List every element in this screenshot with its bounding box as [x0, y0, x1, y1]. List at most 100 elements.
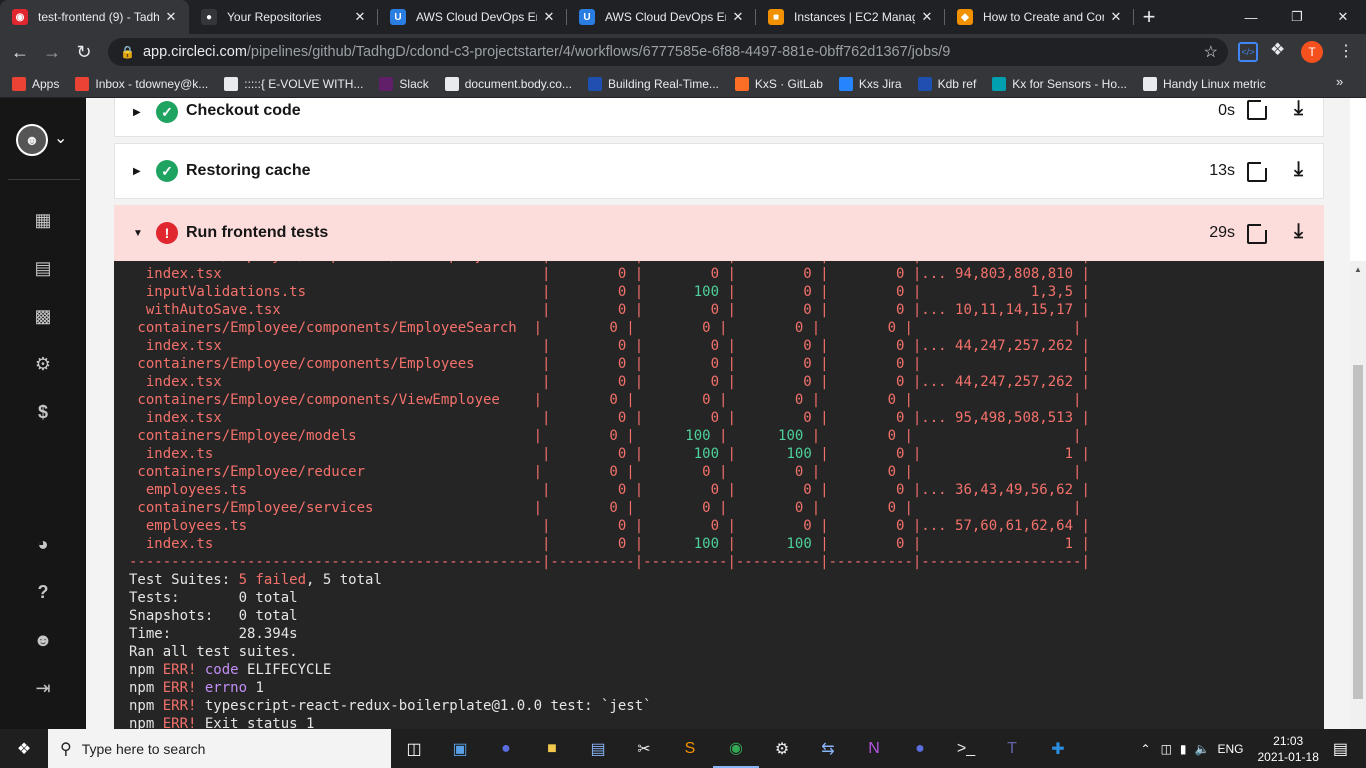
step-duration: 13s	[1209, 162, 1235, 179]
onenote-icon[interactable]: N	[851, 729, 897, 768]
taskbar-clock[interactable]: 21:03 2021-01-18	[1257, 733, 1318, 765]
settings-gear-icon[interactable]: ⚙	[33, 354, 53, 374]
scroll-up-arrow-icon[interactable]: ▲	[1354, 265, 1362, 274]
bookmark-item[interactable]: Kdb ref	[917, 76, 976, 91]
language-indicator[interactable]: ENG	[1217, 742, 1243, 756]
open-external-icon[interactable]	[1247, 160, 1269, 182]
browser-tab[interactable]: U AWS Cloud DevOps Eng ✕	[378, 0, 567, 34]
terminal-text: containers/Employee/components/EmployeeS…	[129, 320, 1082, 336]
chevron-down-icon[interactable]: ⌄	[54, 128, 67, 148]
bookmark-item[interactable]: Kxs Jira	[838, 76, 902, 91]
tab-close-icon[interactable]: ✕	[1108, 9, 1124, 25]
address-bar[interactable]: 🔒 app.circleci.com/pipelines/github/Tadh…	[108, 38, 1228, 66]
terminal-text: index.tsx | 0 | 0 | 0 | 0 |... 95,498,50…	[129, 410, 1090, 426]
step-restoring-cache[interactable]: ▶ ✓ Restoring cache 13s ⤓	[114, 143, 1324, 199]
tab-close-icon[interactable]: ✕	[541, 9, 557, 25]
profile-avatar[interactable]: T	[1301, 41, 1323, 63]
download-icon[interactable]: ⤓	[1294, 220, 1303, 243]
tab-close-icon[interactable]: ✕	[730, 9, 746, 25]
teams-icon[interactable]: T	[989, 729, 1035, 768]
bookmark-item[interactable]: KxS · GitLab	[734, 76, 823, 91]
vscode-icon[interactable]: ✚	[1035, 729, 1081, 768]
battery-icon[interactable]: ▮	[1180, 742, 1187, 756]
bookmark-item[interactable]: Handy Linux metric	[1143, 76, 1266, 91]
help-question-icon[interactable]: ?	[33, 582, 53, 602]
bookmark-item[interactable]: Kx for Sensors - Ho...	[992, 76, 1127, 91]
browser-tab[interactable]: ■ Instances | EC2 Manage ✕	[756, 0, 945, 34]
step-output-terminal[interactable]: containers/Employee/components/EditEmplo…	[114, 261, 1324, 729]
terminal-line: employees.ts | 0 | 0 | 0 | 0 |... 57,60,…	[114, 517, 1324, 535]
app-icon-tool[interactable]: ⚙	[759, 729, 805, 768]
forward-arrow-icon[interactable]: →	[36, 36, 68, 68]
sublime-text-icon[interactable]: S	[667, 729, 713, 768]
browser-tab[interactable]: ◉ test-frontend (9) - Tadh ✕	[0, 0, 189, 34]
browser-tab[interactable]: ● Your Repositories ✕	[189, 0, 378, 34]
extensions-puzzle-icon[interactable]: ❖	[1270, 40, 1285, 60]
app-icon-eclipse-2[interactable]: ●	[897, 729, 943, 768]
back-arrow-icon[interactable]: ←	[4, 36, 36, 68]
bookmark-label: Inbox - tdowney@k...	[95, 76, 209, 91]
tab-close-icon[interactable]: ✕	[352, 9, 368, 25]
step-run-frontend-tests[interactable]: ▼ ! Run frontend tests 29s ⤓	[114, 205, 1324, 261]
close-window-button[interactable]: ✕	[1320, 0, 1366, 34]
step-checkout-code[interactable]: ▶ ✓ Checkout code 0s ⤓	[114, 98, 1324, 137]
terminal-icon[interactable]: >_	[943, 729, 989, 768]
app-icon-eclipse[interactable]: ●	[483, 729, 529, 768]
network-icon[interactable]: ◫	[1161, 742, 1172, 756]
app-icon-transfer[interactable]: ⇆	[805, 729, 851, 768]
tab-close-icon[interactable]: ✕	[919, 9, 935, 25]
download-icon[interactable]: ⤓	[1294, 98, 1303, 120]
profile-small-avatar[interactable]: ☻	[33, 630, 53, 650]
volume-icon[interactable]: 🔈	[1195, 742, 1210, 756]
notifications-icon[interactable]: ▤	[1333, 739, 1348, 759]
terminal-text: Snapshots: 0 total	[129, 608, 298, 624]
open-external-icon[interactable]	[1247, 222, 1269, 244]
bookmark-item[interactable]: Slack	[379, 76, 429, 91]
bookmark-item[interactable]: Inbox - tdowney@k...	[75, 76, 209, 91]
projects-icon[interactable]: ▤	[33, 258, 53, 278]
collapse-caret-icon[interactable]: ▼	[133, 228, 143, 239]
more-bookmarks-chevron-icon[interactable]: »	[1336, 74, 1343, 89]
app-icon-network[interactable]: ▤	[575, 729, 621, 768]
bookmark-star-icon[interactable]: ☆	[1204, 42, 1218, 62]
tab-close-icon[interactable]: ✕	[163, 9, 179, 25]
windows-start-icon[interactable]: ❖	[0, 729, 48, 768]
browser-menu-icon[interactable]: ⋮	[1338, 41, 1354, 61]
download-icon[interactable]: ⤓	[1294, 158, 1303, 181]
taskbar-search[interactable]: ⚲ Type here to search	[48, 729, 391, 768]
browser-toolbar: ← → ↻ 🔒 app.circleci.com/pipelines/githu…	[0, 34, 1366, 70]
bookmark-item[interactable]: Apps	[12, 76, 59, 91]
app-icon-monitor[interactable]: ▣	[437, 729, 483, 768]
expand-sidebar-icon[interactable]: ⇥	[33, 678, 53, 698]
page-scrollbar[interactable]: ▲	[1350, 261, 1366, 729]
chrome-icon[interactable]: ◉	[713, 729, 759, 768]
step-duration: 0s	[1218, 102, 1235, 119]
new-tab-button[interactable]: +	[1134, 0, 1164, 34]
expand-caret-icon[interactable]: ▶	[133, 107, 141, 118]
reload-icon[interactable]: ↻	[68, 36, 100, 68]
minimize-button[interactable]: —	[1228, 0, 1274, 34]
scrollbar-thumb[interactable]	[1353, 365, 1363, 699]
status-icon[interactable]: ◕	[33, 534, 53, 554]
bookmark-item[interactable]: :::::{ E-VOLVE WITH...	[224, 76, 363, 91]
app-icon-snip[interactable]: ✂	[621, 729, 667, 768]
terminal-line: Snapshots: 0 total	[114, 607, 1324, 625]
user-avatar[interactable]: ☻	[16, 124, 48, 156]
terminal-text: ELIFECYCLE	[238, 662, 332, 678]
dashboard-icon[interactable]: ▦	[33, 210, 53, 230]
terminal-text: index.tsx | 0 | 0 | 0 | 0 |... 94,803,80…	[129, 266, 1090, 282]
open-external-icon[interactable]	[1247, 98, 1269, 120]
bookmark-item[interactable]: document.body.co...	[444, 76, 572, 91]
insights-icon[interactable]: ▩	[33, 306, 53, 326]
task-view-icon[interactable]: ◫	[391, 729, 437, 768]
plan-dollar-icon[interactable]: $	[33, 402, 53, 422]
expand-caret-icon[interactable]: ▶	[133, 166, 141, 177]
file-explorer-icon[interactable]: ■	[529, 729, 575, 768]
devtools-extension-icon[interactable]: </>	[1238, 42, 1258, 62]
browser-tab[interactable]: U AWS Cloud DevOps Eng ✕	[567, 0, 756, 34]
browser-tab[interactable]: ◆ How to Create and Con ✕	[945, 0, 1134, 34]
bookmark-item[interactable]: Building Real-Time...	[587, 76, 719, 91]
maximize-button[interactable]: ❐	[1274, 0, 1320, 34]
tray-expand-icon[interactable]: ⌃	[1141, 742, 1151, 756]
terminal-text: index.tsx | 0 | 0 | 0 | 0 |... 44,247,25…	[129, 374, 1090, 390]
